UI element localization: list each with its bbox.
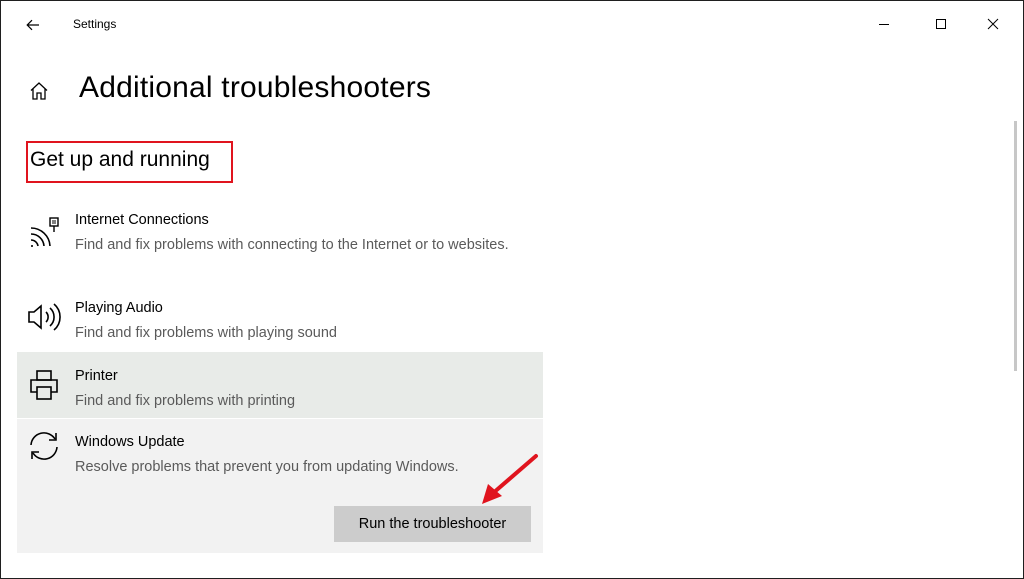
printer-icon — [25, 366, 63, 404]
item-description: Find and fix problems with printing — [75, 393, 296, 409]
section-heading: Get up and running — [26, 141, 233, 183]
item-description: Find and fix problems with connecting to… — [75, 237, 509, 253]
item-title: Printer — [75, 368, 118, 384]
page-title: Additional troubleshooters — [79, 71, 432, 104]
item-title: Playing Audio — [75, 300, 163, 316]
item-title: Windows Update — [75, 434, 185, 450]
home-icon — [30, 82, 48, 100]
item-description: Resolve problems that prevent you from u… — [75, 459, 459, 475]
close-button[interactable] — [973, 9, 1013, 39]
maximize-icon — [936, 19, 946, 29]
minimize-button[interactable] — [864, 9, 904, 39]
run-troubleshooter-button[interactable]: Run the troubleshooter — [334, 506, 531, 542]
app-title: Settings — [73, 17, 117, 31]
back-button[interactable] — [19, 11, 47, 39]
speaker-icon — [25, 298, 63, 336]
home-button[interactable] — [27, 79, 51, 103]
item-title: Internet Connections — [75, 212, 209, 228]
troubleshooter-windows-update[interactable]: Windows Update Resolve problems that pre… — [17, 419, 543, 553]
sync-icon — [25, 427, 63, 465]
troubleshooter-playing-audio[interactable]: Playing Audio Find and fix problems with… — [17, 294, 543, 350]
maximize-button[interactable] — [921, 9, 961, 39]
troubleshooter-printer[interactable]: Printer Find and fix problems with print… — [17, 352, 543, 418]
network-icon — [25, 214, 63, 252]
annotation-arrow-icon — [482, 454, 538, 504]
scrollbar[interactable] — [1014, 121, 1017, 371]
close-icon — [987, 18, 999, 30]
troubleshooter-internet-connections[interactable]: Internet Connections Find and fix proble… — [17, 206, 543, 286]
minimize-icon — [879, 24, 889, 25]
item-description: Find and fix problems with playing sound — [75, 325, 337, 341]
arrow-left-icon — [26, 19, 39, 31]
